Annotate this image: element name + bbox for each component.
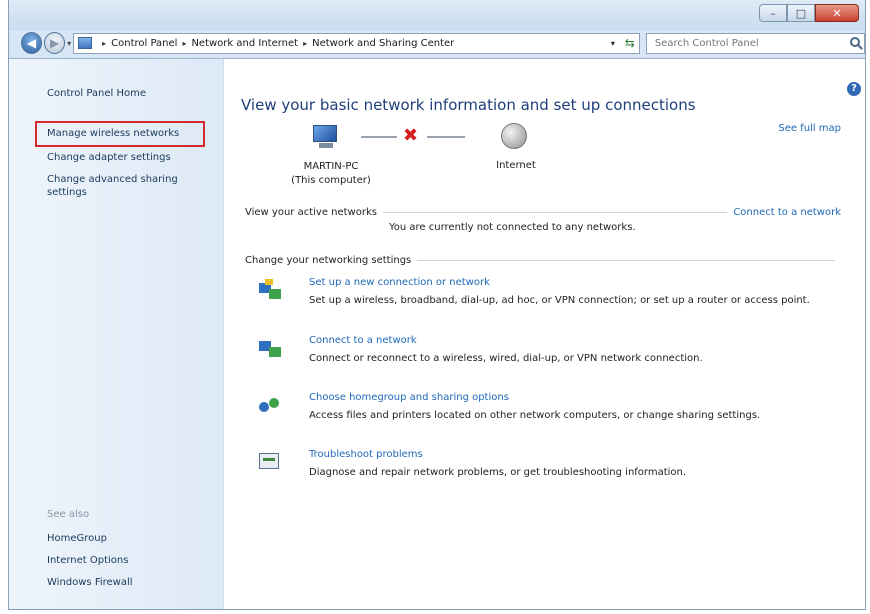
maximize-button[interactable]: □ [787, 4, 815, 22]
connection-line [427, 136, 465, 138]
sidebar-control-panel-home[interactable]: Control Panel Home [47, 87, 146, 100]
troubleshoot-icon [259, 451, 285, 475]
sidebar-internet-options[interactable]: Internet Options [47, 554, 128, 567]
content-area: Control Panel Home Manage wireless netwo… [9, 58, 865, 609]
search-box[interactable] [645, 32, 865, 54]
address-bar[interactable]: ▸ Control Panel ▸ Network and Internet ▸… [73, 32, 640, 54]
networking-settings-row: Change your networking settings [245, 253, 841, 267]
homegroup-link[interactable]: Choose homegroup and sharing options [309, 392, 509, 403]
recent-pages-dropdown[interactable]: ▾ [67, 39, 71, 48]
sidebar-windows-firewall[interactable]: Windows Firewall [47, 576, 133, 589]
internet-globe-icon [501, 123, 527, 149]
search-icon[interactable] [850, 36, 860, 47]
sidebar-change-adapter-settings[interactable]: Change adapter settings [47, 151, 171, 164]
explorer-window: – □ ✕ ◀ ▶ ▾ ▸ Control Panel ▸ Network an… [8, 0, 866, 610]
active-networks-title: View your active networks [245, 206, 377, 218]
connect-network-link[interactable]: Connect to a network [309, 335, 417, 346]
breadcrumb-control-panel[interactable]: Control Panel [111, 38, 177, 49]
homegroup-icon [259, 394, 285, 418]
minimize-button[interactable]: – [759, 4, 787, 22]
sidebar: Control Panel Home Manage wireless netwo… [9, 59, 224, 609]
connect-network-desc: Connect or reconnect to a wireless, wire… [309, 353, 703, 364]
sidebar-manage-wireless-networks[interactable]: Manage wireless networks [47, 127, 179, 140]
breadcrumb-network-sharing-center[interactable]: Network and Sharing Center [312, 38, 454, 49]
close-button[interactable]: ✕ [815, 4, 859, 22]
window-controls: – □ ✕ [759, 4, 859, 24]
forward-button[interactable]: ▶ [44, 32, 66, 54]
breadcrumb-network-and-internet[interactable]: Network and Internet [191, 38, 298, 49]
not-connected-message: You are currently not connected to any n… [389, 222, 636, 233]
breadcrumb-separator[interactable]: ▸ [182, 39, 186, 48]
active-networks-row: View your active networks Connect to a n… [245, 205, 841, 219]
internet-label: Internet [496, 160, 536, 171]
connect-network-icon [259, 337, 285, 361]
network-setup-icon [259, 279, 285, 303]
setup-connection-link[interactable]: Set up a new connection or network [309, 277, 490, 288]
divider [417, 259, 835, 261]
breadcrumb-separator[interactable]: ▸ [102, 39, 106, 48]
connect-to-network-link[interactable]: Connect to a network [733, 207, 841, 218]
address-dropdown-icon[interactable]: ▾ [611, 39, 615, 48]
sidebar-change-advanced-sharing[interactable]: Change advanced sharing [47, 173, 178, 186]
connection-line [361, 136, 397, 138]
divider [382, 211, 728, 213]
sidebar-homegroup[interactable]: HomeGroup [47, 532, 107, 545]
networking-settings-title: Change your networking settings [245, 254, 412, 266]
breadcrumb-separator[interactable]: ▸ [303, 39, 307, 48]
main-panel: ? View your basic network information an… [223, 59, 865, 609]
help-icon[interactable]: ? [847, 82, 861, 96]
computer-label: MARTIN-PC (This computer) [291, 161, 371, 186]
homegroup-desc: Access files and printers located on oth… [309, 410, 761, 421]
navigation-bar: ◀ ▶ ▾ ▸ Control Panel ▸ Network and Inte… [9, 30, 865, 56]
disconnected-x-icon[interactable]: ✖ [403, 125, 418, 146]
control-panel-icon [78, 37, 93, 49]
computer-icon [313, 125, 343, 149]
page-title: View your basic network information and … [241, 96, 696, 114]
search-input[interactable] [652, 36, 847, 50]
sidebar-change-advanced-sharing-cont[interactable]: settings [47, 186, 87, 199]
refresh-icon[interactable]: ⇆ [625, 36, 635, 50]
troubleshoot-desc: Diagnose and repair network problems, or… [309, 467, 687, 478]
setup-connection-desc: Set up a wireless, broadband, dial-up, a… [309, 295, 810, 306]
see-also-heading: See also [47, 509, 90, 520]
see-full-map-link[interactable]: See full map [778, 123, 841, 134]
troubleshoot-link[interactable]: Troubleshoot problems [309, 449, 423, 460]
title-bar: – □ ✕ [9, 0, 865, 30]
back-button[interactable]: ◀ [21, 32, 43, 54]
